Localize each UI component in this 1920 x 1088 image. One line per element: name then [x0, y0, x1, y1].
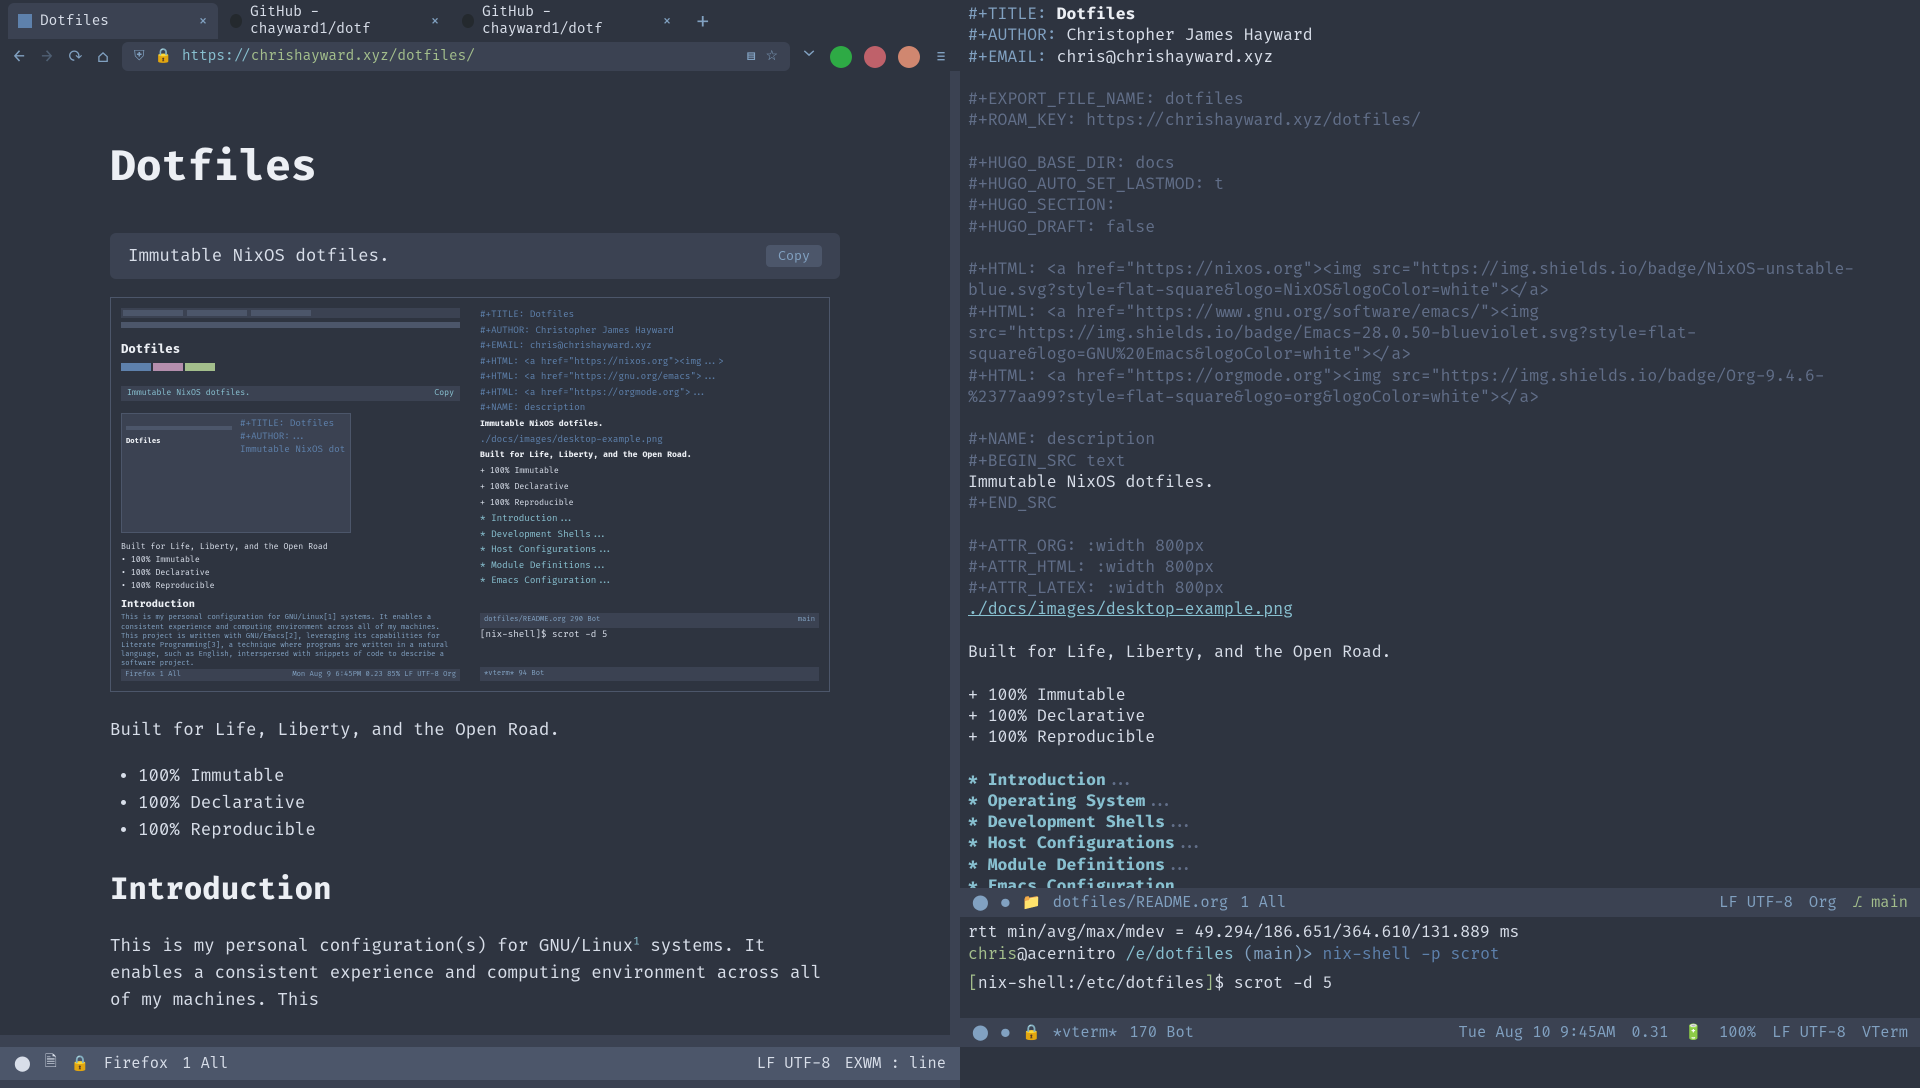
web-page-content: Dotfiles Immutable NixOS dotfiles. Copy … — [0, 71, 950, 1035]
code-text: Immutable NixOS dotfiles. — [128, 246, 390, 267]
git-branch: ⎇ main — [1853, 893, 1908, 912]
firefox-modeline: ⬤ 🗎 🔒 Firefox 1 All LF UTF-8 EXWM : line — [0, 1047, 960, 1080]
tab-title: GitHub - chayward1/dotf — [250, 4, 422, 38]
list-item: 100% Immutable — [138, 763, 840, 790]
browser-tab-3[interactable]: GitHub - chayward1/dotf × — [452, 0, 682, 46]
desktop-screenshot-image: Dotfiles Immutable NixOS dotfiles.Copy D… — [110, 297, 830, 692]
ping-output: rtt min/avg/max/mdev = 49.294/186.651/36… — [968, 921, 1912, 943]
close-tab-icon[interactable]: × — [662, 11, 672, 31]
close-tab-icon[interactable]: × — [430, 11, 440, 31]
file-icon: 🗎 — [45, 1051, 57, 1076]
load-average: 0.31 — [1631, 1023, 1668, 1042]
buffer-position: 1 All — [1240, 893, 1286, 912]
shell-prompt-line: chris@acernitro /e/dotfiles (main)> nix-… — [968, 943, 1912, 965]
favicon — [462, 14, 474, 28]
battery-icon: 🔋 — [1684, 1023, 1703, 1042]
intro-paragraph: This is my personal configuration(s) for… — [110, 933, 840, 1015]
buffer-name: *vterm* — [1053, 1023, 1118, 1042]
lock-icon: 🔒 — [1022, 1023, 1041, 1042]
window-number-icon: ⬤ — [14, 1054, 31, 1073]
close-tab-icon[interactable]: × — [198, 11, 208, 31]
tab-title: Dotfiles — [40, 13, 109, 30]
page-h2: Introduction — [110, 872, 840, 909]
encoding: LF UTF-8 — [1719, 893, 1793, 912]
browser-tab-bar: Dotfiles × GitHub - chayward1/dotf × Git… — [0, 0, 960, 42]
browser-toolbar: ← → ⟳ ⌂ ⛨ 🔒 https://chrishayward.xyz/dot… — [0, 42, 960, 71]
datetime: Tue Aug 10 9:45AM — [1458, 1023, 1615, 1042]
folder-icon: 📁 — [1022, 893, 1041, 912]
list-item: 100% Reproducible — [138, 817, 840, 844]
hamburger-menu-icon[interactable]: ≡ — [932, 48, 950, 66]
major-mode: Org — [1809, 893, 1837, 912]
url-protocol: https:// — [182, 48, 251, 65]
extension-1-icon[interactable] — [830, 46, 852, 68]
global-modeline: ⬤ 🗎 🔒 Firefox 1 All LF UTF-8 EXWM : line — [0, 1047, 1920, 1080]
reload-icon[interactable]: ⟳ — [66, 48, 84, 66]
shield-icon[interactable]: ⛨ — [134, 48, 145, 65]
org-buffer[interactable]: #+TITLE: Dotfiles#+AUTHOR: Christopher J… — [960, 0, 1920, 888]
buffer-name: dotfiles/README.org — [1053, 893, 1228, 912]
emacs-pane: #+TITLE: Dotfiles#+AUTHOR: Christopher J… — [960, 0, 1920, 1047]
vterm-modeline: ⬤ ● 🔒 *vterm* 170 Bot Tue Aug 10 9:45AM … — [960, 1018, 1920, 1047]
buffer-position: 170 Bot — [1129, 1023, 1194, 1042]
lock-icon[interactable]: 🔒 — [155, 48, 172, 65]
bookmark-star-icon[interactable]: ☆ — [765, 48, 778, 65]
nested-h1: Dotfiles — [121, 342, 460, 357]
browser-tab-2[interactable]: GitHub - chayward1/dotf × — [220, 0, 450, 46]
tab-title: GitHub - chayward1/dotf — [482, 4, 654, 38]
extension-3-icon[interactable] — [898, 46, 920, 68]
extension-2-icon[interactable] — [864, 46, 886, 68]
reader-mode-icon[interactable]: ▤ — [747, 48, 756, 65]
battery-percent: 100% — [1719, 1023, 1756, 1042]
url-host: chrishayward.xyz/ — [251, 48, 397, 65]
encoding: LF UTF-8 — [757, 1054, 831, 1073]
lock-icon: 🔒 — [71, 1054, 90, 1073]
buffer-position: 1 All — [182, 1054, 228, 1073]
list-item: 100% Declarative — [138, 790, 840, 817]
vterm-buffer[interactable]: rtt min/avg/max/mdev = 49.294/186.651/36… — [960, 917, 1920, 1018]
home-icon[interactable]: ⌂ — [94, 48, 112, 66]
feature-list: 100% Immutable 100% Declarative 100% Rep… — [138, 763, 840, 844]
major-mode: VTerm — [1862, 1023, 1908, 1042]
window-number-icon: ⬤ — [972, 893, 989, 912]
modified-icon: ● — [1001, 1023, 1010, 1042]
pocket-icon[interactable]: ⌄ — [800, 48, 818, 66]
copy-button[interactable]: Copy — [766, 245, 822, 267]
tagline: Built for Life, Liberty, and the Open Ro… — [110, 720, 840, 741]
forward-icon[interactable]: → — [38, 48, 56, 66]
encoding: LF UTF-8 — [1772, 1023, 1846, 1042]
major-mode: EXWM : line — [844, 1054, 946, 1073]
page-h1: Dotfiles — [110, 141, 840, 193]
nix-shell-prompt-line: [nix-shell:/etc/dotfiles]$ scrot -d 5 — [968, 972, 1912, 994]
footnote-ref[interactable]: 1 — [633, 935, 640, 948]
modified-icon: ● — [1001, 893, 1010, 912]
back-icon[interactable]: ← — [10, 48, 28, 66]
favicon — [230, 14, 242, 28]
cursor-line — [968, 994, 1912, 1014]
browser-tab-1[interactable]: Dotfiles × — [8, 3, 218, 39]
new-tab-button[interactable]: + — [684, 8, 722, 35]
org-modeline: ⬤ ● 📁 dotfiles/README.org 1 All LF UTF-8… — [960, 888, 1920, 917]
url-bar[interactable]: ⛨ 🔒 https://chrishayward.xyz/dotfiles/ ▤… — [122, 42, 790, 71]
window-number-icon: ⬤ — [972, 1023, 989, 1042]
code-block: Immutable NixOS dotfiles. Copy — [110, 233, 840, 279]
url-path: dotfiles/ — [397, 48, 475, 65]
firefox-pane: Dotfiles × GitHub - chayward1/dotf × Git… — [0, 0, 960, 1047]
minibuffer-area[interactable] — [960, 1047, 1920, 1080]
scrollbar[interactable] — [950, 71, 960, 1035]
buffer-name: Firefox — [104, 1054, 169, 1073]
favicon — [18, 14, 32, 28]
